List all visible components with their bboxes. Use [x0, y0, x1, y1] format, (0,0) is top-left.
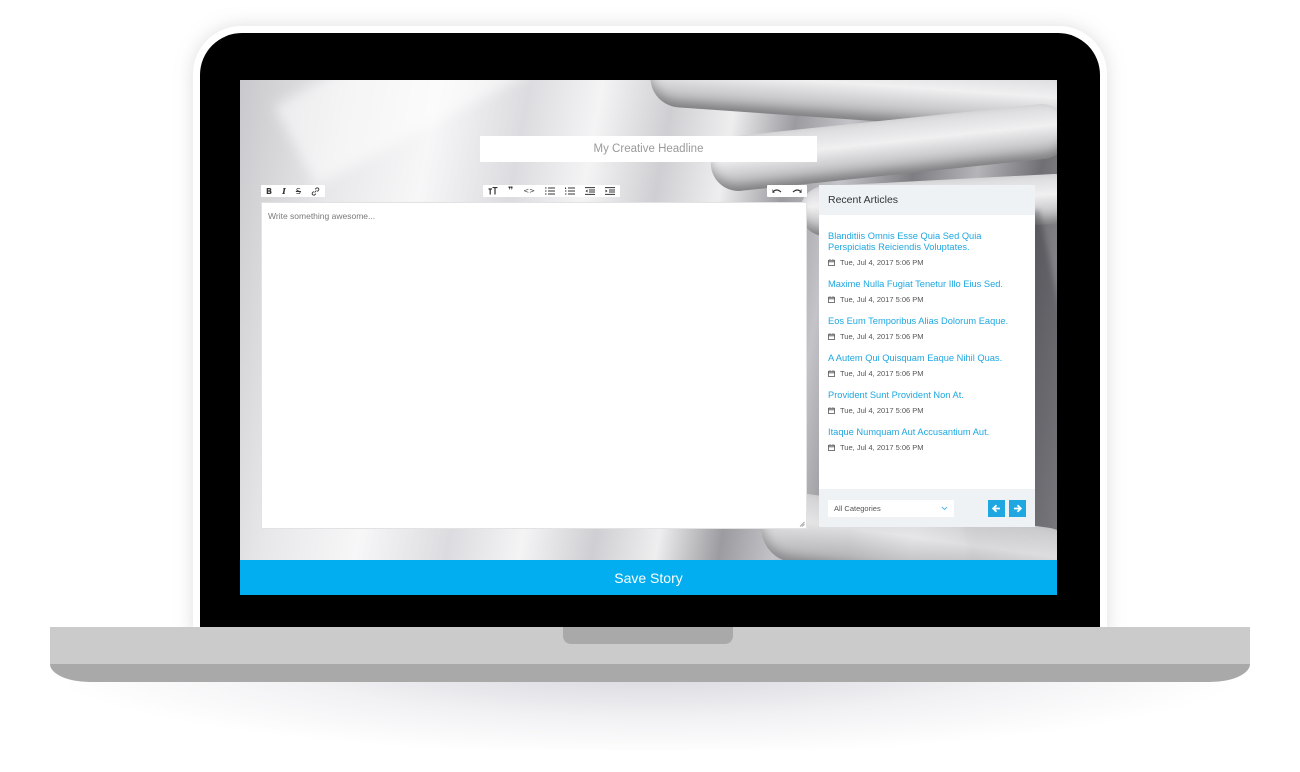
calendar-icon	[828, 407, 835, 414]
list-item: Itaque Numquam Aut Accusantium Aut. Tue,…	[828, 427, 1026, 452]
recent-articles-panel: Recent Articles Blanditiis Omnis Esse Qu…	[819, 185, 1035, 527]
link-button[interactable]	[306, 185, 325, 197]
previous-page-button[interactable]	[988, 499, 1005, 517]
save-story-button[interactable]: Save Story	[240, 560, 1057, 595]
outdent-icon	[585, 187, 596, 195]
panel-footer: All Categories	[819, 489, 1035, 527]
list-item: Maxime Nulla Fugiat Tenetur Illo Eius Se…	[828, 279, 1026, 304]
article-link[interactable]: Blanditiis Omnis Esse Quia Sed Quia Pers…	[828, 231, 1026, 253]
article-date: Tue, Jul 4, 2017 5:06 PM	[840, 369, 924, 378]
code-icon: <>	[523, 187, 536, 195]
story-body-input[interactable]	[262, 203, 806, 528]
bullet-list-button[interactable]	[540, 185, 560, 197]
undo-button[interactable]	[767, 185, 787, 197]
redo-icon	[792, 188, 802, 193]
calendar-icon	[828, 444, 835, 451]
heading-button[interactable]	[483, 185, 503, 197]
calendar-icon	[828, 370, 835, 377]
italic-button[interactable]: I	[277, 185, 291, 197]
undo-icon	[772, 188, 782, 193]
bullet-list-icon	[545, 187, 556, 195]
outdent-button[interactable]	[580, 185, 600, 197]
article-link[interactable]: Eos Eum Temporibus Alias Dolorum Eaque.	[828, 316, 1026, 327]
headline-input[interactable]	[480, 136, 817, 162]
redo-button[interactable]	[787, 185, 807, 197]
article-link[interactable]: Maxime Nulla Fugiat Tenetur Illo Eius Se…	[828, 279, 1026, 290]
quote-icon: ❞	[508, 186, 514, 196]
article-link[interactable]: A Autem Qui Quisquam Eaque Nihil Quas.	[828, 353, 1026, 364]
story-editor	[261, 202, 807, 529]
strikethrough-button[interactable]: S	[291, 185, 306, 197]
link-icon	[311, 186, 320, 196]
numbered-list-icon	[565, 187, 576, 195]
laptop-mockup: B I S ❞ <>	[0, 0, 1300, 772]
arrow-right-icon	[1014, 504, 1022, 512]
article-link[interactable]: Provident Sunt Provident Non At.	[828, 390, 1026, 401]
list-item: Blanditiis Omnis Esse Quia Sed Quia Pers…	[828, 231, 1026, 267]
article-date: Tue, Jul 4, 2017 5:06 PM	[840, 332, 924, 341]
article-date: Tue, Jul 4, 2017 5:06 PM	[840, 406, 924, 415]
laptop-base-edge	[50, 664, 1250, 682]
article-date: Tue, Jul 4, 2017 5:06 PM	[840, 295, 924, 304]
indent-button[interactable]	[600, 185, 620, 197]
article-link[interactable]: Itaque Numquam Aut Accusantium Aut.	[828, 427, 1026, 438]
resize-handle-icon[interactable]	[799, 521, 805, 527]
calendar-icon	[828, 259, 835, 266]
history-toolbar	[767, 185, 807, 197]
calendar-icon	[828, 296, 835, 303]
strikethrough-icon: S	[295, 186, 301, 196]
code-button[interactable]: <>	[518, 185, 540, 197]
laptop-notch	[563, 627, 733, 644]
italic-icon: I	[282, 186, 286, 196]
text-size-icon	[488, 187, 498, 195]
format-toolbar: B I S	[261, 185, 325, 197]
bold-button[interactable]: B	[261, 185, 277, 197]
bold-icon: B	[266, 186, 273, 196]
category-select[interactable]: All Categories	[828, 499, 954, 517]
next-page-button[interactable]	[1009, 499, 1026, 517]
list-item: A Autem Qui Quisquam Eaque Nihil Quas. T…	[828, 353, 1026, 378]
panel-title: Recent Articles	[819, 185, 1035, 215]
numbered-list-button[interactable]	[560, 185, 580, 197]
calendar-icon	[828, 333, 835, 340]
category-select-value: All Categories	[834, 503, 881, 513]
list-item: Provident Sunt Provident Non At. Tue, Ju…	[828, 390, 1026, 415]
quote-button[interactable]: ❞	[503, 185, 518, 197]
list-item: Eos Eum Temporibus Alias Dolorum Eaque. …	[828, 316, 1026, 341]
article-date: Tue, Jul 4, 2017 5:06 PM	[840, 443, 924, 452]
background-highlight	[274, 80, 546, 186]
arrow-left-icon	[992, 504, 1000, 512]
indent-icon	[605, 187, 616, 195]
article-list: Blanditiis Omnis Esse Quia Sed Quia Pers…	[819, 215, 1035, 452]
article-date: Tue, Jul 4, 2017 5:06 PM	[840, 258, 924, 267]
chevron-down-icon	[941, 506, 948, 510]
block-toolbar: ❞ <>	[483, 185, 621, 197]
